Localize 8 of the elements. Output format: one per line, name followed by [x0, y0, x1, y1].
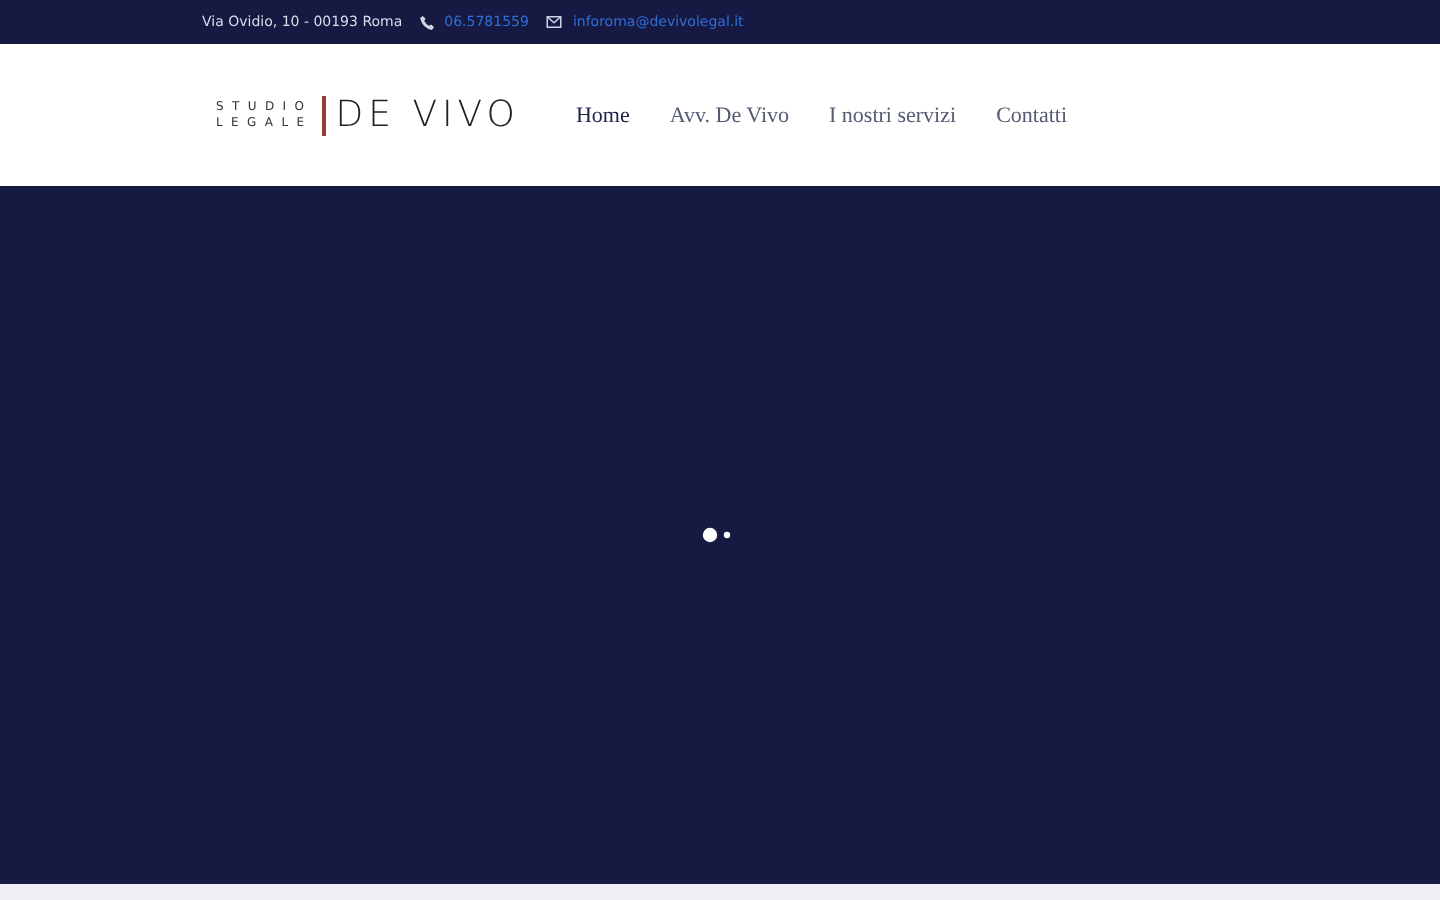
nav-link[interactable]: Home	[575, 103, 630, 127]
logo-name-text: DE VIVO	[335, 94, 520, 136]
nav-link[interactable]: I nostri servizi	[829, 103, 957, 127]
phone-icon	[420, 15, 435, 29]
envelope-icon	[546, 16, 563, 28]
nav-link[interactable]: Avv. De Vivo	[669, 103, 790, 127]
logo-divider	[322, 95, 326, 135]
nav-link[interactable]: Contatti	[996, 103, 1068, 127]
